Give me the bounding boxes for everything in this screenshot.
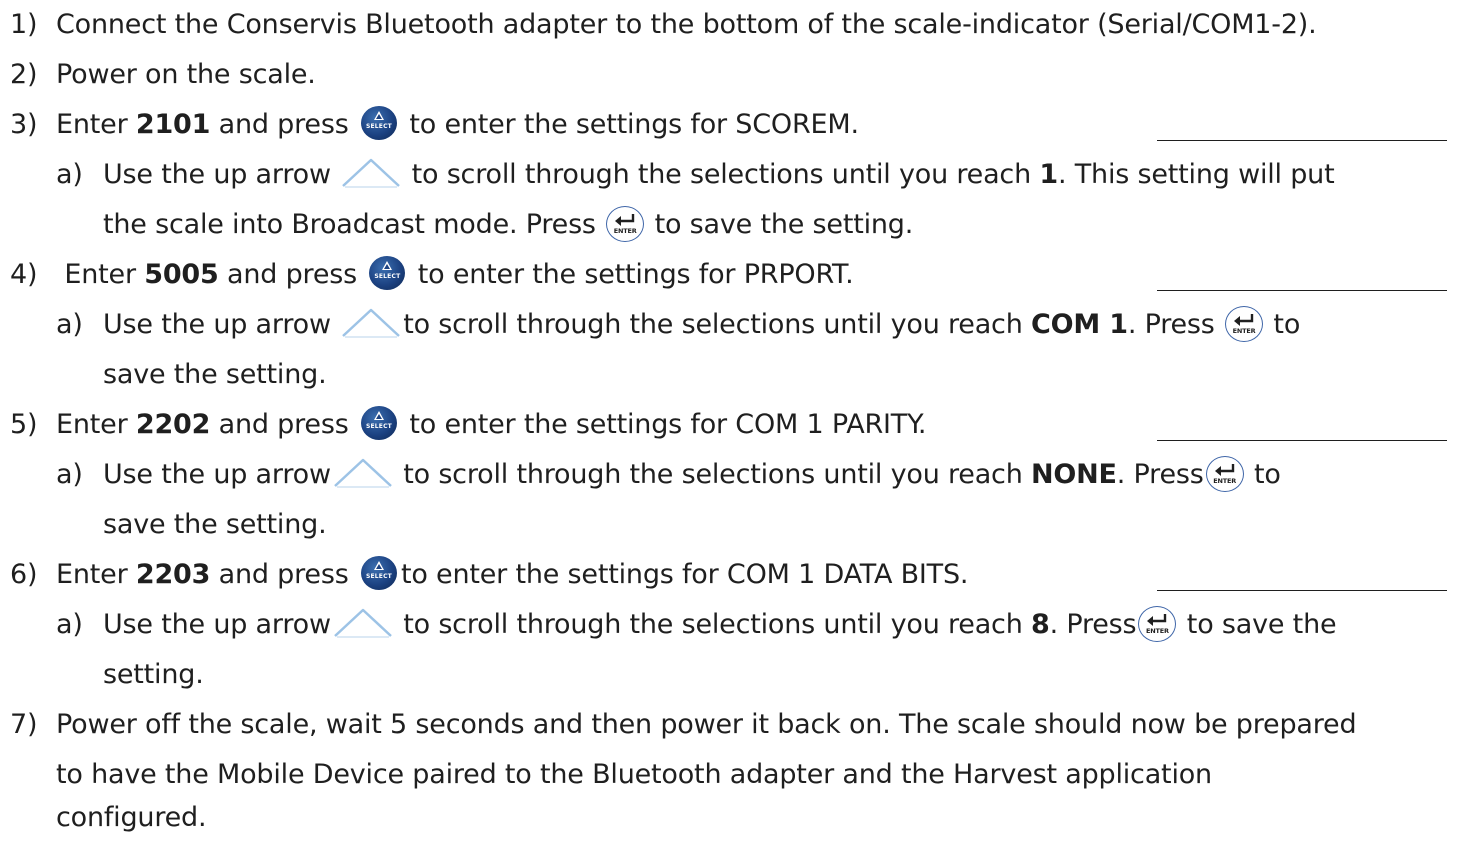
checkbox-blank-line (1157, 290, 1447, 291)
step-text: Enter 2202 and press SELECT to enter the… (56, 405, 926, 443)
step-3: 3) Enter 2101 and press SELECT to enter … (0, 105, 1461, 157)
select-key-icon: SELECT (360, 405, 397, 440)
step-text: to have the Mobile Device paired to the … (56, 759, 1212, 790)
sub-step-text: the scale into Broadcast mode. Press ENT… (103, 205, 913, 244)
setting-code: 2101 (135, 109, 211, 140)
step-number: 7) (10, 709, 38, 740)
sub-step-text: Use the up arrow to scroll through the s… (103, 156, 1335, 193)
sub-step-text: Use the up arrow to scroll through the s… (103, 605, 1337, 644)
target-value: COM 1 (1031, 309, 1128, 340)
enter-key-icon: ENTER (1138, 605, 1177, 642)
sub-step-label: a) (56, 309, 83, 340)
enter-key-icon: ENTER (606, 205, 645, 242)
step-number: 4) (10, 259, 38, 290)
step-4: 4) Enter 5005 and press SELECT to enter … (0, 255, 1461, 307)
sub-step-text: setting. (103, 659, 204, 690)
select-key-icon: SELECT (369, 255, 406, 290)
step-number: 5) (10, 409, 38, 440)
up-arrow-icon (339, 306, 403, 340)
select-key-icon: SELECT (360, 555, 397, 590)
sub-step-label: a) (56, 609, 83, 640)
sub-step-label: a) (56, 159, 83, 190)
step-number: 1) (10, 9, 38, 40)
target-value: NONE (1031, 459, 1117, 490)
step-text: Connect the Conservis Bluetooth adapter … (56, 9, 1317, 40)
step-text: Enter 5005 and press SELECT to enter the… (56, 255, 854, 293)
enter-key-icon: ENTER (1205, 455, 1244, 492)
checkbox-blank-line (1157, 440, 1447, 441)
target-value: 8 (1031, 609, 1050, 640)
step-text: configured. (56, 802, 207, 833)
select-key-icon: SELECT (360, 105, 397, 140)
up-arrow-icon (331, 456, 395, 490)
setting-code: 5005 (144, 259, 219, 290)
checkbox-blank-line (1157, 140, 1447, 141)
step-number: 3) (10, 109, 38, 140)
target-value: 1 (1039, 159, 1058, 190)
sub-step-text: Use the up arrow to scroll through the s… (103, 455, 1281, 494)
up-arrow-icon (331, 606, 395, 640)
sub-step-text: Use the up arrow to scroll through the s… (103, 305, 1300, 344)
step-text: Enter 2203 and press SELECT to enter the … (56, 555, 968, 593)
step-text: Power on the scale. (56, 59, 316, 90)
enter-key-icon: ENTER (1225, 305, 1264, 342)
setting-code: 2202 (135, 409, 211, 440)
step-text: Power off the scale, wait 5 seconds and … (56, 709, 1357, 740)
instruction-document: 1) Connect the Conservis Bluetooth adapt… (0, 0, 1461, 843)
setting-code: 2203 (135, 559, 211, 590)
step-text: Enter 2101 and press SELECT to enter the… (56, 105, 859, 143)
sub-step-text: save the setting. (103, 509, 327, 540)
sub-step-label: a) (56, 459, 83, 490)
up-arrow-icon (339, 156, 403, 190)
sub-step-text: save the setting. (103, 359, 327, 390)
checkbox-blank-line (1157, 590, 1447, 591)
step-number: 6) (10, 559, 38, 590)
step-6: 6) Enter 2203 and press SELECT to enter t… (0, 555, 1461, 607)
step-number: 2) (10, 59, 38, 90)
step-5: 5) Enter 2202 and press SELECT to enter … (0, 405, 1461, 457)
